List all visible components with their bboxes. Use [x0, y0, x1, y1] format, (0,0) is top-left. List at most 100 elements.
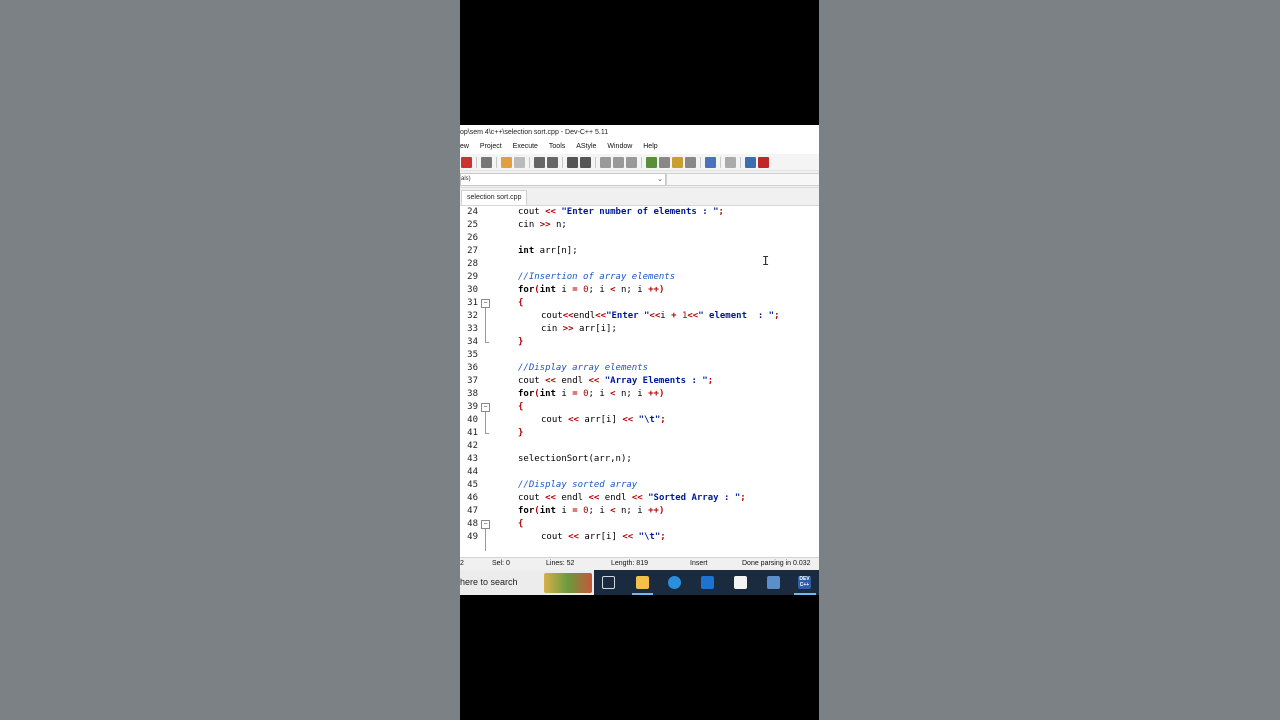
menu-tools[interactable]: Tools — [549, 140, 565, 153]
find-icon[interactable] — [534, 156, 545, 168]
code-text: selectionSort(arr,n); — [518, 454, 632, 464]
code-text: cout << arr[i] << "\t"; — [541, 531, 666, 544]
token: ; i — [588, 285, 611, 295]
code-text: cout << endl << endl << "Sorted Array : … — [518, 492, 746, 505]
status-bar: 2 Sel: 0 Lines: 52 Length: 819 Insert Do… — [460, 557, 819, 570]
taskbar-search[interactable]: here to search — [460, 570, 594, 595]
indent-icon[interactable] — [567, 156, 578, 168]
edge-icon[interactable] — [668, 576, 681, 589]
rebuild-icon[interactable] — [659, 156, 670, 168]
token: arr[i] — [578, 532, 623, 542]
editor-tabs: selection sort.cpp — [460, 188, 819, 206]
menu-view[interactable]: ew — [460, 140, 469, 153]
token: ++ — [648, 506, 659, 516]
toolbar-separator — [476, 156, 477, 168]
toggle-comment-icon[interactable] — [600, 156, 611, 168]
line-number: 41 — [467, 428, 478, 438]
tab-selection-sort[interactable]: selection sort.cpp — [461, 190, 528, 205]
devcpp-icon[interactable]: DEV C++ — [798, 576, 811, 589]
check-icon[interactable] — [705, 156, 716, 168]
grid-icon[interactable] — [685, 156, 696, 168]
token: cout — [518, 376, 540, 386]
profile-icon[interactable] — [745, 156, 756, 168]
run-icon[interactable] — [626, 156, 637, 168]
token: i — [660, 311, 672, 321]
python-icon[interactable] — [767, 576, 780, 589]
mail-icon[interactable] — [701, 576, 714, 589]
code-brace: { — [518, 519, 524, 529]
undo-icon[interactable] — [501, 156, 512, 168]
token: " element : " — [698, 311, 775, 321]
token: = — [572, 506, 578, 516]
code-brace: } — [518, 428, 524, 438]
chevron-down-icon[interactable]: ⌄ — [657, 174, 663, 185]
token: i — [555, 506, 573, 516]
token: i — [555, 285, 573, 295]
windows-taskbar: here to search DEV C++ — [460, 570, 819, 595]
store-icon[interactable] — [734, 576, 747, 589]
token: << — [622, 532, 634, 542]
code-line: 37 cout << endl << "Array Elements : "; — [460, 375, 819, 388]
menu-help[interactable]: Help — [643, 140, 657, 153]
token: ; — [740, 493, 746, 503]
unindent-icon[interactable] — [580, 156, 591, 168]
token: ; i — [588, 506, 611, 516]
task-view-icon[interactable] — [602, 576, 615, 589]
print-icon[interactable] — [481, 156, 492, 168]
code-line: 29 //Insertion of array elements — [460, 271, 819, 284]
file-explorer-icon[interactable] — [636, 576, 649, 589]
menu-execute[interactable]: Execute — [513, 140, 538, 153]
token: for — [518, 389, 535, 399]
token: << — [649, 311, 661, 321]
project-icon[interactable] — [672, 156, 683, 168]
token: << — [562, 311, 574, 321]
token: "Enter number of elements : " — [561, 207, 719, 217]
compile-run-icon[interactable] — [646, 156, 657, 168]
menu-astyle[interactable]: AStyle — [576, 140, 596, 153]
line-number: 39 — [467, 402, 478, 412]
text-cursor-icon: I — [762, 254, 770, 268]
devcpp-window: op\sem 4\c++\selection sort.cpp - Dev-C+… — [460, 125, 819, 595]
token: ; — [660, 415, 666, 425]
search-highlight-icon — [544, 573, 592, 593]
code-brace: { — [518, 402, 524, 412]
code-editor[interactable]: − − − 24 cout << "Enter number of elemen… — [460, 206, 819, 551]
token: cout — [518, 207, 540, 217]
token: << — [687, 311, 699, 321]
token: << — [545, 493, 556, 503]
token: ) — [658, 506, 665, 516]
token: int — [539, 285, 556, 295]
function-dropdown[interactable] — [666, 173, 819, 186]
code-line: 36 //Display array elements — [460, 362, 819, 375]
token: << — [595, 311, 607, 321]
code-line: 48 { — [460, 518, 819, 531]
token: cin — [541, 324, 558, 334]
code-line: 42 — [460, 440, 819, 453]
scope-dropdown[interactable]: als) ⌄ — [460, 173, 666, 186]
token: ) — [658, 285, 665, 295]
token: arr[i] — [578, 415, 623, 425]
token: << — [588, 493, 600, 503]
debug-icon[interactable] — [758, 156, 769, 168]
replace-icon[interactable] — [547, 156, 558, 168]
toolbar — [460, 154, 819, 171]
save-icon[interactable] — [461, 156, 472, 168]
line-number: 26 — [467, 233, 478, 243]
stop-icon[interactable] — [725, 156, 736, 168]
token: "Array Elements : " — [604, 376, 708, 386]
line-number: 34 — [467, 337, 478, 347]
toolbar-separator — [496, 156, 497, 168]
menu-window[interactable]: Window — [607, 140, 632, 153]
token: endl — [561, 493, 584, 503]
line-number: 36 — [467, 363, 478, 373]
token: endl — [573, 311, 596, 321]
compile-icon[interactable] — [613, 156, 624, 168]
line-number: 48 — [467, 519, 478, 529]
token: n; — [550, 220, 567, 230]
line-number: 31 — [467, 298, 478, 308]
menu-project[interactable]: Project — [480, 140, 502, 153]
line-number: 27 — [467, 246, 478, 256]
redo-icon[interactable] — [514, 156, 525, 168]
line-number: 47 — [467, 506, 478, 516]
token: = — [572, 285, 578, 295]
